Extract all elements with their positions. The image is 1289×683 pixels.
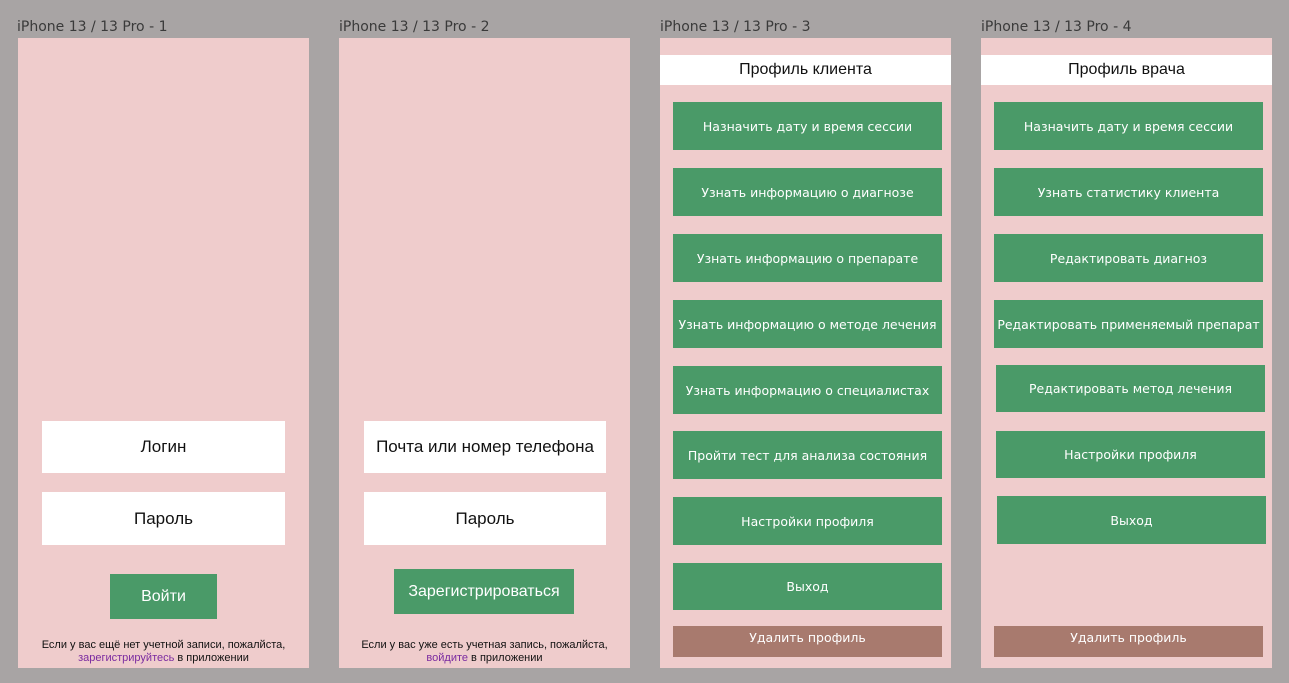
login-link[interactable]: войдите (426, 652, 468, 664)
register-hint: Если у вас ещё нет учетной записи, пожал… (18, 639, 309, 665)
login-input[interactable]: Логин (42, 421, 285, 473)
specialists-info-button[interactable]: Узнать информацию о специалистах (673, 366, 942, 414)
doctor-profile-screen: Профиль врача Назначить дату и время сес… (981, 38, 1272, 668)
schedule-session-button[interactable]: Назначить дату и время сессии (673, 102, 942, 150)
frame-label-2: iPhone 13 / 13 Pro - 2 (339, 19, 490, 35)
frame-label-3: iPhone 13 / 13 Pro - 3 (660, 19, 811, 35)
login-screen: Логин Пароль Войти Если у вас ещё нет уч… (18, 38, 309, 668)
login-button[interactable]: Войти (110, 574, 217, 619)
password-input[interactable]: Пароль (42, 492, 285, 545)
contact-input[interactable]: Почта или номер телефона (364, 421, 606, 473)
profile-settings-button[interactable]: Настройки профиля (673, 497, 942, 545)
edit-treatment-method-button[interactable]: Редактировать метод лечения (996, 365, 1265, 412)
hint-text: Если у вас ещё нет учетной записи, пожал… (41, 639, 286, 651)
schedule-session-button[interactable]: Назначить дату и время сессии (994, 102, 1263, 150)
treatment-method-info-button[interactable]: Узнать информацию о методе лечения (673, 300, 942, 348)
delete-profile-button[interactable]: Удалить профиль (994, 626, 1263, 657)
logout-button[interactable]: Выход (997, 496, 1266, 544)
register-link[interactable]: зарегистрируйтесь (78, 652, 174, 664)
hint-text-tail: в приложении (468, 652, 543, 664)
hint-text-tail: в приложении (174, 652, 249, 664)
password-input[interactable]: Пароль (364, 492, 606, 545)
condition-test-button[interactable]: Пройти тест для анализа состояния (673, 431, 942, 479)
register-screen: Почта или номер телефона Пароль Зарегист… (339, 38, 630, 668)
hint-text: Если у вас уже есть учетная запись, пожа… (361, 639, 608, 651)
frame-label-1: iPhone 13 / 13 Pro - 1 (17, 19, 168, 35)
page-title: Профиль врача (981, 55, 1272, 85)
frame-label-4: iPhone 13 / 13 Pro - 4 (981, 19, 1132, 35)
logout-button[interactable]: Выход (673, 563, 942, 610)
profile-settings-button[interactable]: Настройки профиля (996, 431, 1265, 478)
edit-diagnosis-button[interactable]: Редактировать диагноз (994, 234, 1263, 282)
delete-profile-button[interactable]: Удалить профиль (673, 626, 942, 657)
client-profile-screen: Профиль клиента Назначить дату и время с… (660, 38, 951, 668)
edit-medication-button[interactable]: Редактировать применяемый препарат (994, 300, 1263, 348)
medication-info-button[interactable]: Узнать информацию о препарате (673, 234, 942, 282)
login-hint: Если у вас уже есть учетная запись, пожа… (339, 639, 630, 665)
register-button[interactable]: Зарегистрироваться (394, 569, 574, 614)
page-title: Профиль клиента (660, 55, 951, 85)
client-stats-button[interactable]: Узнать статистику клиента (994, 168, 1263, 216)
diagnosis-info-button[interactable]: Узнать информацию о диагнозе (673, 168, 942, 216)
